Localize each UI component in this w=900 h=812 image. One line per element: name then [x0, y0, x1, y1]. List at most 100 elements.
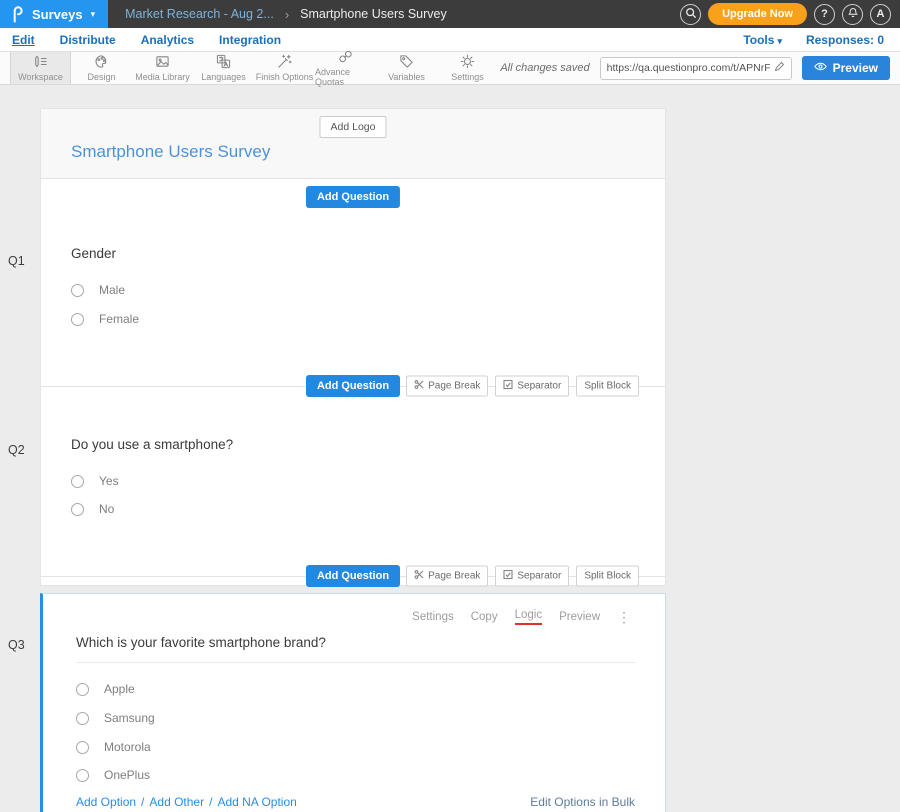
- tab-distribute[interactable]: Distribute: [60, 33, 116, 47]
- separator-button[interactable]: Separator: [495, 566, 569, 587]
- toolbar-item-variables[interactable]: Variables: [376, 52, 437, 84]
- question-tab-preview[interactable]: Preview: [559, 611, 600, 623]
- header-actions: Upgrade Now ? A: [680, 3, 900, 25]
- option-label[interactable]: Female: [99, 312, 139, 326]
- toolbar-item-workspace[interactable]: Workspace: [10, 52, 71, 84]
- chevron-down-icon: ▾: [91, 9, 96, 20]
- editor-toolbar: Workspace Design Media Library Languages…: [0, 52, 900, 85]
- radio-button[interactable]: [71, 284, 84, 297]
- toolbar-item-settings[interactable]: Settings: [437, 52, 498, 84]
- survey-title[interactable]: Smartphone Users Survey: [71, 142, 270, 162]
- option-label[interactable]: Samsung: [104, 711, 155, 725]
- edit-url-button[interactable]: [774, 59, 785, 77]
- question-card-q3-selected: Settings Copy Logic Preview ⋮ Which is y…: [40, 593, 666, 812]
- toolbar-item-advance-quotas[interactable]: Advance Quotas: [315, 52, 376, 84]
- question-tab-settings[interactable]: Settings: [412, 611, 454, 623]
- toolbar-item-finish-options[interactable]: Finish Options: [254, 52, 315, 84]
- tab-analytics[interactable]: Analytics: [141, 33, 194, 47]
- surveys-product-menu[interactable]: Surveys ▾: [0, 0, 108, 28]
- option-row: Male: [71, 283, 125, 297]
- breadcrumb-parent-link[interactable]: Market Research - Aug 2...: [125, 7, 274, 21]
- add-option-link[interactable]: Add Option: [76, 795, 136, 809]
- page-break-button[interactable]: Page Break: [406, 566, 488, 587]
- option-label[interactable]: Motorola: [104, 740, 151, 754]
- option-row: Yes: [71, 474, 119, 488]
- breadcrumb-chevron-icon: ›: [285, 7, 289, 22]
- option-row: Samsung: [76, 711, 155, 725]
- eye-icon: [814, 61, 827, 75]
- separator-button[interactable]: Separator: [495, 376, 569, 397]
- survey-url-box: [600, 57, 792, 80]
- option-label[interactable]: Yes: [99, 474, 119, 488]
- scissors-icon: [414, 570, 424, 583]
- add-question-button[interactable]: Add Question: [306, 565, 400, 587]
- insert-actions: Page Break Separator Split Block: [406, 566, 639, 587]
- radio-button[interactable]: [71, 503, 84, 516]
- option-label[interactable]: OnePlus: [104, 768, 150, 782]
- notifications-button[interactable]: [842, 4, 863, 25]
- checkbox-icon: [503, 380, 513, 393]
- question-footer: Add Option / Add Other / Add NA Option E…: [76, 795, 635, 809]
- tab-integration[interactable]: Integration: [219, 33, 281, 47]
- upgrade-now-button[interactable]: Upgrade Now: [708, 3, 807, 25]
- nav-tabs: Edit Distribute Analytics Integration: [12, 33, 281, 47]
- question-code-q2: Q2: [8, 443, 25, 457]
- nav-right: Tools▾ Responses: 0: [743, 33, 884, 47]
- tab-edit[interactable]: Edit: [12, 33, 35, 47]
- radio-button[interactable]: [76, 769, 89, 782]
- search-button[interactable]: [680, 4, 701, 25]
- add-option-links: Add Option / Add Other / Add NA Option: [76, 795, 297, 809]
- question-text-q2[interactable]: Do you use a smartphone?: [71, 437, 233, 452]
- search-icon: [685, 7, 697, 22]
- responses-count[interactable]: Responses: 0: [806, 33, 884, 47]
- help-button[interactable]: ?: [814, 4, 835, 25]
- kebab-menu-icon[interactable]: ⋮: [617, 610, 631, 624]
- question-tab-copy[interactable]: Copy: [471, 611, 498, 623]
- breadcrumb: Market Research - Aug 2... › Smartphone …: [125, 7, 447, 22]
- split-block-button[interactable]: Split Block: [576, 566, 639, 587]
- option-row: No: [71, 502, 114, 516]
- chevron-down-icon: ▾: [777, 36, 782, 46]
- tag-icon: [399, 54, 414, 71]
- option-row: Apple: [76, 682, 135, 696]
- split-block-button[interactable]: Split Block: [576, 376, 639, 397]
- radio-button[interactable]: [71, 475, 84, 488]
- edit-options-in-bulk-link[interactable]: Edit Options in Bulk: [530, 795, 635, 809]
- workspace-icon: [33, 54, 48, 71]
- question-text-q1[interactable]: Gender: [71, 246, 116, 261]
- editor-canvas: Q1 Q2 Q3 Add Logo Smartphone Users Surve…: [0, 85, 900, 812]
- toolbar-item-languages[interactable]: Languages: [193, 52, 254, 84]
- add-na-option-link[interactable]: Add NA Option: [217, 795, 296, 809]
- option-label[interactable]: Apple: [104, 682, 135, 696]
- question-tab-logic[interactable]: Logic: [515, 609, 543, 625]
- links-separator: /: [209, 795, 212, 809]
- avatar[interactable]: A: [870, 4, 891, 25]
- add-logo-button[interactable]: Add Logo: [320, 116, 387, 138]
- survey-header-section: Add Logo Smartphone Users Survey: [41, 109, 665, 179]
- add-question-button[interactable]: Add Question: [306, 186, 400, 208]
- radio-button[interactable]: [71, 313, 84, 326]
- question-code-q3: Q3: [8, 638, 25, 652]
- save-status: All changes saved: [500, 62, 589, 74]
- tools-menu[interactable]: Tools▾: [743, 33, 782, 47]
- toolbar-right: All changes saved Preview: [500, 52, 900, 84]
- preview-button[interactable]: Preview: [802, 56, 890, 80]
- toolbar-item-design[interactable]: Design: [71, 52, 132, 84]
- survey-url-input[interactable]: [607, 62, 770, 74]
- page-break-button[interactable]: Page Break: [406, 376, 488, 397]
- radio-button[interactable]: [76, 683, 89, 696]
- radio-button[interactable]: [76, 712, 89, 725]
- product-label: Surveys: [32, 7, 83, 22]
- question-text-q3[interactable]: Which is your favorite smartphone brand?: [76, 635, 636, 663]
- option-row: OnePlus: [76, 768, 150, 782]
- question-code-q1: Q1: [8, 254, 25, 268]
- scissors-icon: [414, 380, 424, 393]
- option-label[interactable]: No: [99, 502, 114, 516]
- option-label[interactable]: Male: [99, 283, 125, 297]
- app-header: Surveys ▾ Market Research - Aug 2... › S…: [0, 0, 900, 28]
- add-other-link[interactable]: Add Other: [149, 795, 204, 809]
- insert-row: Add Question Page Break Separator Split …: [41, 373, 665, 399]
- toolbar-item-media-library[interactable]: Media Library: [132, 52, 193, 84]
- radio-button[interactable]: [76, 741, 89, 754]
- add-question-button[interactable]: Add Question: [306, 375, 400, 397]
